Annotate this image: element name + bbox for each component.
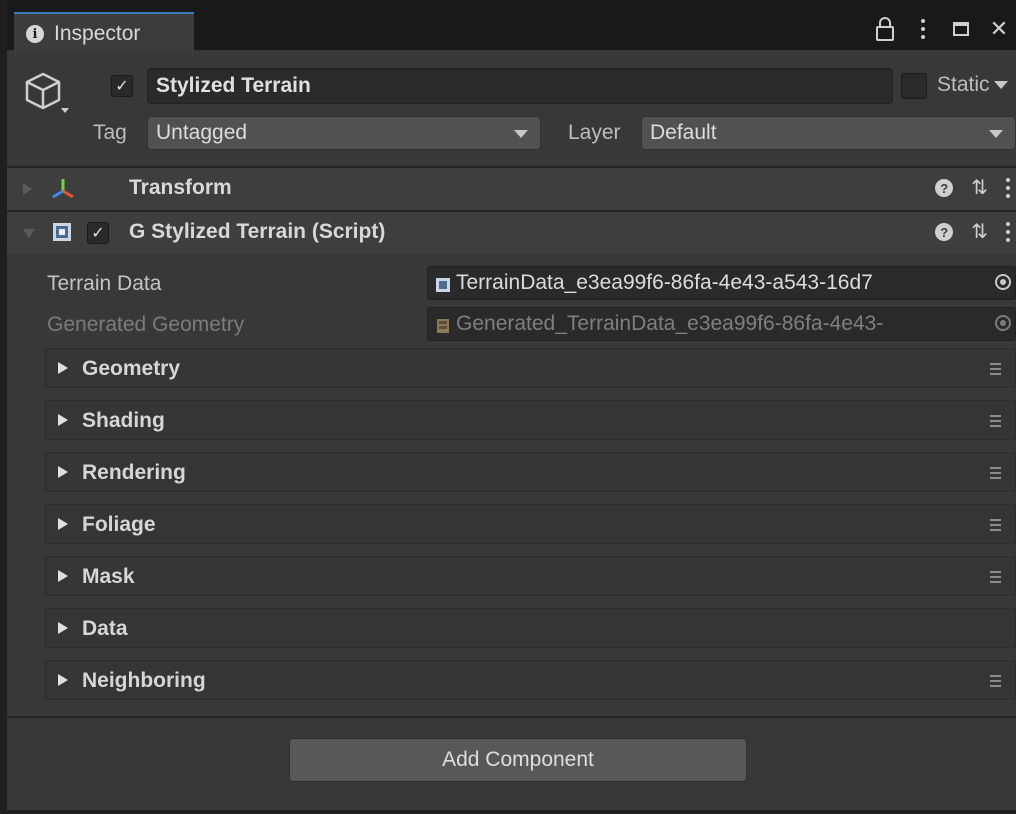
- presets-icon[interactable]: ⇅: [971, 222, 988, 242]
- component-title: Transform: [129, 176, 232, 199]
- maximize-icon: [953, 22, 969, 36]
- lock-icon: [876, 16, 894, 41]
- hamburger-menu-icon[interactable]: [990, 519, 1001, 531]
- close-icon: ✕: [989, 16, 1009, 41]
- foldout-arrow-icon[interactable]: [23, 183, 32, 195]
- component-tools: ? ⇅: [935, 222, 1010, 242]
- chevron-down-icon: [514, 130, 528, 138]
- mesh-asset-icon: [436, 316, 450, 333]
- transform-axes-icon: [51, 177, 75, 206]
- foldout-arrow-icon: [58, 414, 68, 426]
- layer-label: Layer: [568, 121, 621, 144]
- object-name-field[interactable]: Stylized Terrain: [147, 68, 893, 104]
- foldout-arrow-icon: [58, 622, 68, 634]
- more-icon[interactable]: [1006, 222, 1010, 242]
- terrain-data-value: TerrainData_e3ea99f6-86fa-4e43-a543-16d7: [456, 271, 873, 294]
- component-title: G Stylized Terrain (Script): [129, 220, 386, 243]
- section-foliage[interactable]: Foliage: [45, 504, 1016, 544]
- section-label: Neighboring: [82, 669, 206, 692]
- tag-label: Tag: [93, 121, 127, 144]
- static-checkbox[interactable]: [901, 73, 927, 99]
- hamburger-menu-icon[interactable]: [990, 363, 1001, 375]
- lock-button[interactable]: [872, 16, 898, 42]
- section-shading[interactable]: Shading: [45, 400, 1016, 440]
- tab-inspector[interactable]: i Inspector: [14, 12, 194, 54]
- section-geometry[interactable]: Geometry: [45, 348, 1016, 388]
- generated-geometry-label: Generated Geometry: [47, 313, 245, 336]
- hamburger-menu-icon[interactable]: [990, 467, 1001, 479]
- active-checkbox[interactable]: ✓: [111, 75, 133, 97]
- section-label: Shading: [82, 409, 165, 432]
- more-icon: [921, 19, 925, 39]
- object-picker-icon[interactable]: [995, 274, 1011, 290]
- section-mask[interactable]: Mask: [45, 556, 1016, 596]
- section-neighboring[interactable]: Neighboring: [45, 660, 1016, 700]
- gameobject-cube-icon[interactable]: [23, 70, 69, 116]
- inspector-panel: i Inspector ✕ ✓ Stylized Terrain Static: [7, 0, 1016, 810]
- hamburger-menu-icon[interactable]: [990, 571, 1001, 583]
- terrain-data-label: Terrain Data: [47, 272, 162, 295]
- foldout-arrow-icon[interactable]: [23, 229, 35, 238]
- object-picker-icon: [995, 315, 1011, 331]
- section-label: Foliage: [82, 513, 156, 536]
- section-data[interactable]: Data: [45, 608, 1016, 648]
- section-rendering[interactable]: Rendering: [45, 452, 1016, 492]
- more-button[interactable]: [910, 16, 936, 42]
- close-button[interactable]: ✕: [986, 16, 1012, 42]
- foldout-arrow-icon: [58, 518, 68, 530]
- section-label: Rendering: [82, 461, 186, 484]
- generated-geometry-field: Generated_TerrainData_e3ea99f6-86fa-4e43…: [427, 307, 1016, 341]
- help-icon[interactable]: ?: [935, 179, 954, 197]
- object-name-text: Stylized Terrain: [156, 74, 311, 97]
- foldout-arrow-icon: [58, 466, 68, 478]
- presets-icon[interactable]: ⇅: [971, 178, 988, 198]
- more-icon[interactable]: [1006, 178, 1010, 198]
- component-enabled-checkbox[interactable]: ✓: [87, 222, 109, 244]
- static-dropdown[interactable]: Static: [937, 73, 1008, 97]
- tab-label: Inspector: [54, 22, 141, 45]
- terrain-data-field[interactable]: TerrainData_e3ea99f6-86fa-4e43-a543-16d7: [427, 266, 1016, 300]
- layer-dropdown[interactable]: Default: [641, 116, 1016, 150]
- tag-dropdown[interactable]: Untagged: [147, 116, 541, 150]
- foldout-arrow-icon: [58, 570, 68, 582]
- component-header-transform[interactable]: Transform ? ⇅: [7, 168, 1016, 210]
- component-header-stylized-terrain[interactable]: ✓ G Stylized Terrain (Script) ? ⇅: [7, 212, 1016, 254]
- window-frame: [0, 0, 7, 814]
- object-name-row: ✓ Stylized Terrain Static: [99, 68, 1016, 104]
- window-tools: ✕: [872, 16, 1012, 42]
- layer-value: Default: [650, 121, 717, 144]
- tag-value: Untagged: [156, 121, 248, 144]
- help-icon[interactable]: ?: [935, 223, 954, 241]
- chevron-down-icon: [989, 130, 1003, 138]
- static-label: Static: [937, 73, 990, 96]
- foldout-arrow-icon: [58, 362, 68, 374]
- tab-bar: i Inspector ✕: [7, 0, 1016, 54]
- section-label: Geometry: [82, 357, 181, 380]
- chevron-down-icon: [993, 81, 1008, 89]
- terrain-asset-icon: [436, 275, 450, 292]
- checkmark-icon: ✓: [115, 78, 129, 95]
- generated-geometry-value: Generated_TerrainData_e3ea99f6-86fa-4e43…: [456, 312, 884, 335]
- hamburger-menu-icon[interactable]: [990, 675, 1001, 687]
- script-icon: [53, 223, 71, 246]
- window-frame-bottom: [0, 810, 1016, 814]
- tag-layer-row: Tag Untagged Layer Default: [7, 116, 1016, 152]
- section-label: Data: [82, 617, 128, 640]
- section-label: Mask: [82, 565, 135, 588]
- foldout-arrow-icon: [58, 674, 68, 686]
- info-icon: i: [26, 25, 44, 43]
- add-component-label: Add Component: [442, 748, 594, 771]
- component-tools: ? ⇅: [935, 178, 1010, 198]
- maximize-button[interactable]: [948, 16, 974, 42]
- checkmark-icon: ✓: [91, 225, 105, 242]
- hamburger-menu-icon[interactable]: [990, 415, 1001, 427]
- add-component-button[interactable]: Add Component: [289, 738, 747, 782]
